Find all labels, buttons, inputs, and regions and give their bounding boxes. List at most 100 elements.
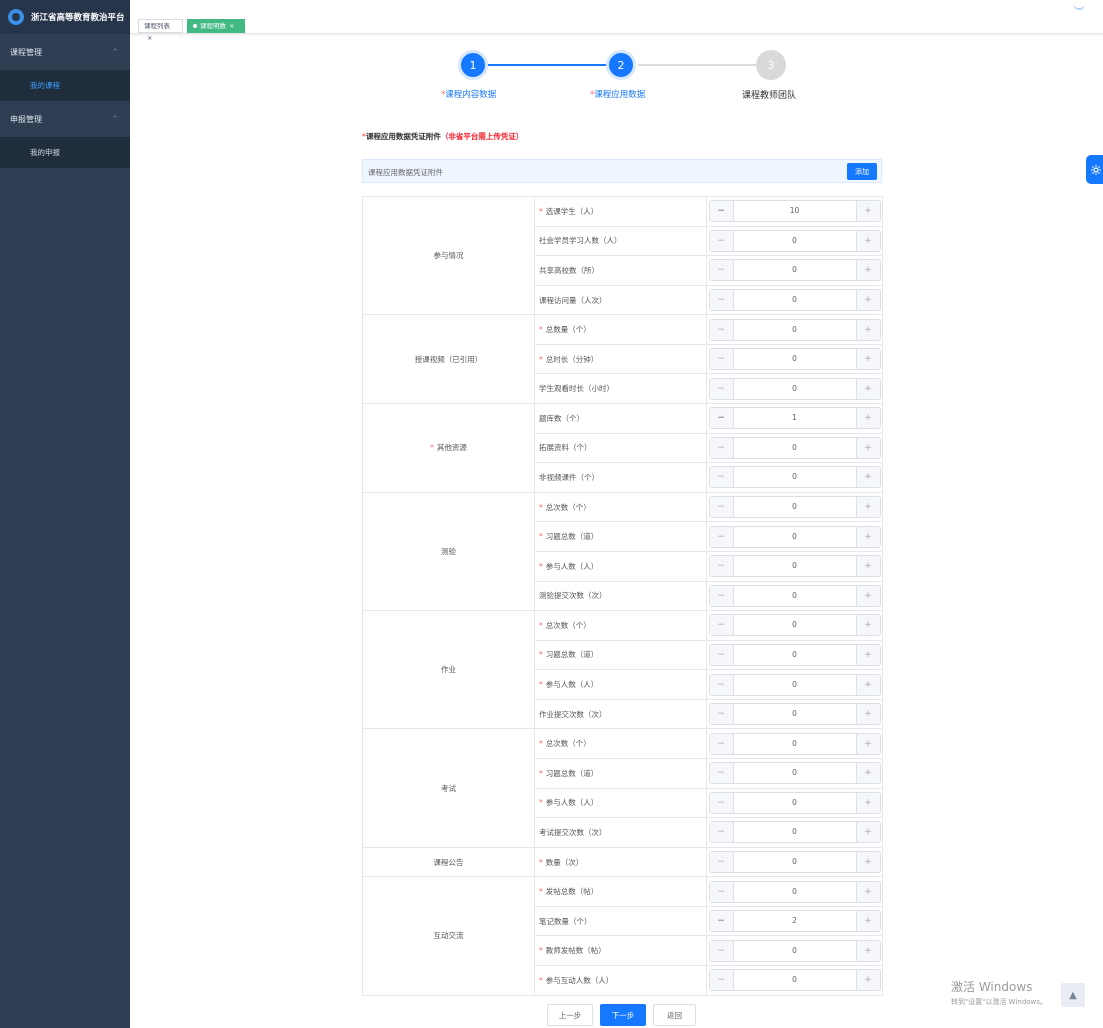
tab-course-detail[interactable]: 课程明数 × (187, 19, 245, 33)
quantity-stepper[interactable]: −0 + (708, 289, 881, 312)
decrement-button[interactable]: − (709, 792, 734, 813)
quantity-input[interactable]: 0 (734, 675, 856, 695)
quantity-stepper[interactable]: −0 + (708, 584, 881, 607)
decrement-button[interactable]: − (709, 378, 734, 399)
quantity-input[interactable]: 0 (734, 497, 856, 517)
decrement-button[interactable]: − (709, 970, 734, 991)
quantity-stepper[interactable]: −2 + (708, 910, 881, 933)
quantity-stepper[interactable]: −0 + (708, 643, 881, 666)
increment-button[interactable]: + (855, 792, 880, 813)
increment-button[interactable]: + (855, 408, 880, 429)
decrement-button[interactable]: − (709, 822, 734, 843)
user-icon[interactable] (1073, 4, 1085, 10)
sidebar-item-my-courses[interactable]: 我的课程 (0, 70, 130, 101)
increment-button[interactable]: + (855, 822, 880, 843)
quantity-stepper[interactable]: −0 + (708, 259, 881, 282)
settings-float-button[interactable] (1086, 155, 1103, 184)
increment-button[interactable]: + (855, 467, 880, 488)
increment-button[interactable]: + (855, 881, 880, 902)
quantity-stepper[interactable]: −0 + (708, 851, 881, 873)
decrement-button[interactable]: − (709, 201, 734, 222)
increment-button[interactable]: + (855, 911, 880, 932)
quantity-input[interactable]: 0 (734, 704, 856, 724)
quantity-input[interactable]: 0 (734, 763, 856, 783)
decrement-button[interactable]: − (709, 260, 734, 281)
quantity-input[interactable]: 0 (734, 734, 856, 754)
quantity-input[interactable]: 0 (734, 231, 856, 251)
decrement-button[interactable]: − (709, 230, 734, 251)
increment-button[interactable]: + (855, 260, 880, 281)
increment-button[interactable]: + (855, 556, 880, 577)
quantity-stepper[interactable]: −0 + (708, 703, 881, 726)
decrement-button[interactable]: − (709, 497, 734, 518)
quantity-stepper[interactable]: −0 + (708, 555, 881, 578)
quantity-stepper[interactable]: −0 + (708, 436, 881, 459)
sidebar-item-my-applications[interactable]: 我的申报 (0, 137, 130, 168)
increment-button[interactable]: + (855, 230, 880, 251)
quantity-input[interactable]: 0 (734, 793, 856, 813)
quantity-input[interactable]: 0 (734, 467, 856, 487)
prev-step-button[interactable]: 上一步 (547, 1004, 593, 1026)
decrement-button[interactable]: − (709, 349, 734, 370)
step-1-circle[interactable]: 1 (458, 50, 488, 80)
quantity-input[interactable]: 0 (734, 556, 856, 576)
decrement-button[interactable]: − (709, 733, 734, 754)
quantity-input[interactable]: 0 (734, 260, 856, 280)
quantity-input[interactable]: 0 (734, 527, 856, 547)
next-step-button[interactable]: 下一步 (600, 1004, 646, 1026)
decrement-button[interactable]: − (709, 585, 734, 606)
decrement-button[interactable]: − (709, 911, 734, 932)
back-button[interactable]: 返回 (653, 1004, 696, 1026)
quantity-stepper[interactable]: −0 + (708, 673, 881, 696)
attachment-field[interactable]: 课程应用数据凭证附件 添加 (362, 159, 882, 183)
quantity-input[interactable]: 1 (734, 408, 856, 428)
decrement-button[interactable]: − (709, 290, 734, 311)
quantity-stepper[interactable]: −0 + (708, 377, 881, 400)
quantity-stepper[interactable]: −0 + (708, 348, 881, 371)
quantity-input[interactable]: 0 (734, 645, 856, 665)
close-icon[interactable]: × (229, 22, 234, 30)
decrement-button[interactable]: − (709, 940, 734, 961)
increment-button[interactable]: + (855, 644, 880, 665)
quantity-stepper[interactable]: −0 + (708, 969, 881, 992)
close-icon[interactable]: × (147, 34, 152, 42)
quantity-input[interactable]: 0 (734, 970, 856, 990)
quantity-stepper[interactable]: −0 + (708, 732, 881, 755)
quantity-input[interactable]: 0 (734, 320, 856, 340)
increment-button[interactable]: + (855, 290, 880, 311)
quantity-input[interactable]: 0 (734, 349, 856, 369)
quantity-stepper[interactable]: −0 + (708, 318, 881, 341)
decrement-button[interactable]: − (709, 881, 734, 902)
quantity-input[interactable]: 0 (734, 379, 856, 399)
add-attachment-button[interactable]: 添加 (847, 163, 877, 180)
decrement-button[interactable]: − (709, 408, 734, 429)
decrement-button[interactable]: − (709, 437, 734, 458)
increment-button[interactable]: + (855, 970, 880, 991)
quantity-stepper[interactable]: −10 + (708, 200, 881, 223)
decrement-button[interactable]: − (709, 644, 734, 665)
quantity-input[interactable]: 0 (734, 615, 856, 635)
sidebar-group-apply[interactable]: 申报管理 ^ (0, 101, 130, 137)
increment-button[interactable]: + (855, 674, 880, 695)
decrement-button[interactable]: − (709, 615, 734, 636)
increment-button[interactable]: + (855, 437, 880, 458)
quantity-stepper[interactable]: −0 + (708, 791, 881, 814)
decrement-button[interactable]: − (709, 467, 734, 488)
quantity-input[interactable]: 0 (734, 290, 856, 310)
increment-button[interactable]: + (855, 852, 880, 872)
increment-button[interactable]: + (855, 704, 880, 725)
tab-course-list[interactable]: 课程列表 × (138, 19, 183, 42)
increment-button[interactable]: + (855, 940, 880, 961)
decrement-button[interactable]: − (709, 763, 734, 784)
increment-button[interactable]: + (855, 497, 880, 518)
sidebar-group-course[interactable]: 课程管理 ^ (0, 34, 130, 70)
increment-button[interactable]: + (855, 615, 880, 636)
quantity-stepper[interactable]: −0 + (708, 229, 881, 252)
quantity-input[interactable]: 0 (734, 941, 856, 961)
quantity-input[interactable]: 2 (734, 911, 856, 931)
quantity-input[interactable]: 0 (734, 586, 856, 606)
increment-button[interactable]: + (855, 733, 880, 754)
quantity-input[interactable]: 0 (734, 438, 856, 458)
quantity-input[interactable]: 0 (734, 822, 856, 842)
increment-button[interactable]: + (855, 201, 880, 222)
